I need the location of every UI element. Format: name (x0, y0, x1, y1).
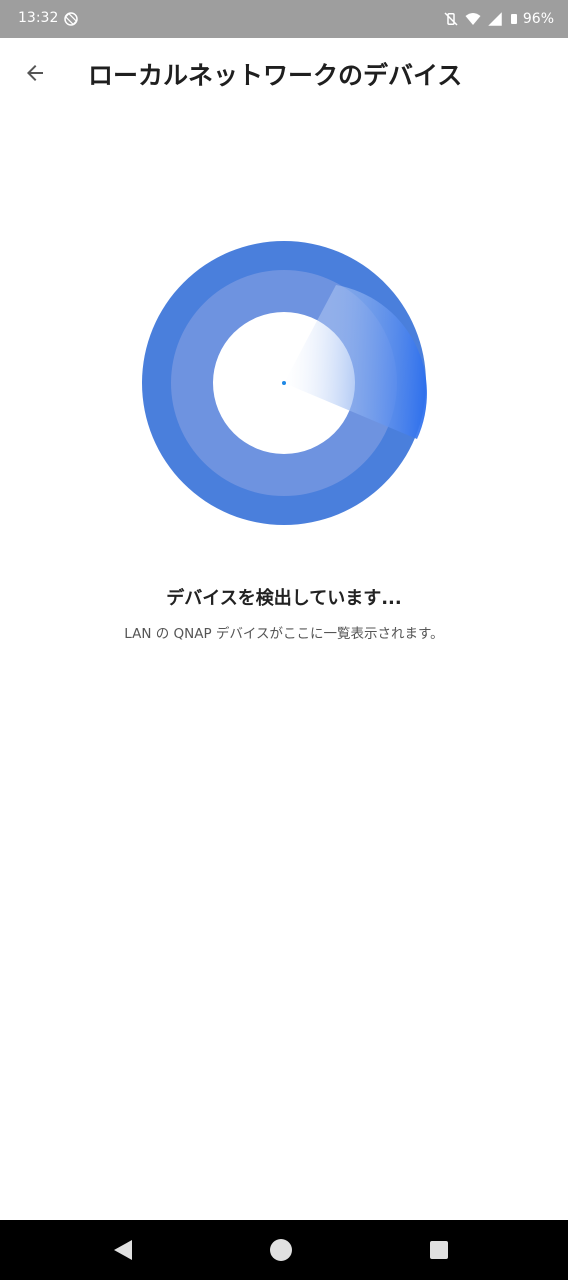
nav-home-icon[interactable] (269, 1238, 293, 1262)
radar-scan-graphic (142, 241, 427, 525)
status-time: 13:32 (18, 10, 59, 26)
system-nav-bar (0, 1220, 568, 1280)
mute-vibrate-icon (444, 12, 458, 26)
signal-icon (488, 12, 502, 26)
screen: 13:32 96% ローカルネットワークのデバイス デバイスを検出しています..… (0, 0, 568, 1280)
page-title: ローカルネットワークのデバイス (88, 61, 463, 90)
status-icons: 96% (438, 9, 554, 29)
back-button[interactable] (14, 52, 56, 94)
nav-back-icon[interactable] (112, 1238, 134, 1262)
wifi-icon (465, 13, 481, 25)
screen-rotation-icon (64, 12, 78, 26)
app-bar: ローカルネットワークのデバイス (0, 38, 568, 108)
scan-status-subtitle: LAN の QNAP デバイスがここに一覧表示されます。 (124, 626, 444, 642)
radar-center-dot (282, 381, 286, 385)
battery-percent: 96% (522, 11, 554, 27)
status-bar: 13:32 96% (0, 0, 568, 38)
arrow-back-icon (27, 65, 43, 81)
scan-status-title: デバイスを検出しています... (166, 588, 402, 609)
battery-icon (510, 14, 517, 24)
nav-recents-icon[interactable] (428, 1239, 450, 1261)
